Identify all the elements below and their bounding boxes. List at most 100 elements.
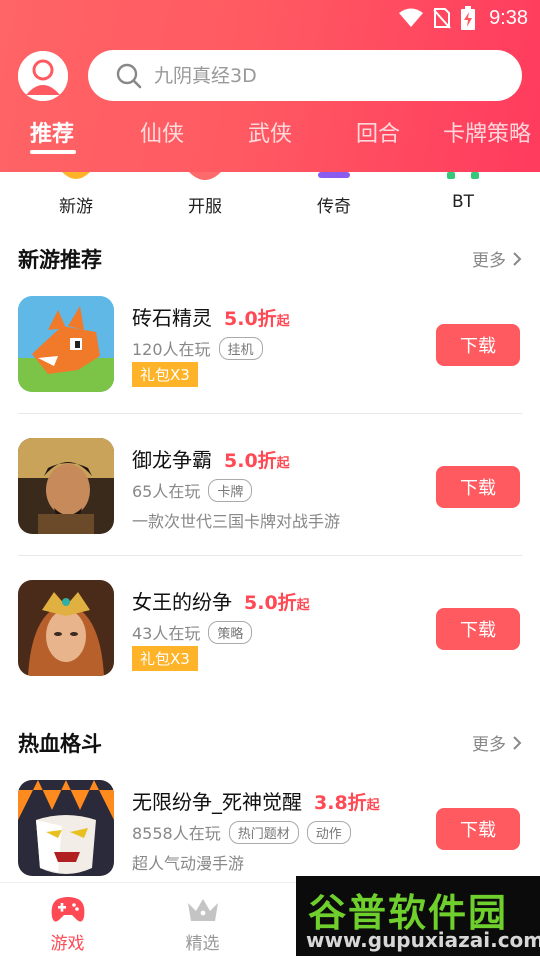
quick-entry-new-games[interactable]: 新游 — [16, 172, 136, 218]
game-title-row: 御龙争霸 5.0折起 — [132, 444, 290, 473]
discount-suffix: 起 — [276, 314, 290, 329]
game-meta-row: 8558人在玩 热门题材 动作 — [132, 820, 351, 844]
discount-suffix: 起 — [366, 798, 380, 813]
game-name: 御龙争霸 — [132, 448, 212, 472]
game-meta-row: 120人在玩 挂机 — [132, 336, 263, 360]
status-bar: 9:38 — [0, 0, 540, 36]
game-description: 超人气动漫手游 — [132, 854, 245, 873]
server-icon — [189, 172, 221, 180]
section-title-new-games: 新游推荐 — [18, 248, 102, 272]
game-meta-row: 43人在玩 策略 — [132, 620, 253, 644]
tab-wuxia[interactable]: 武侠 — [248, 116, 292, 148]
player-count: 8558人在玩 — [132, 824, 221, 843]
game-item[interactable]: 女王的纷争 5.0折起 43人在玩 策略 礼包X3 下载 — [0, 580, 540, 722]
discount-value: 5.0折 — [224, 308, 277, 330]
game-name: 砖石精灵 — [132, 306, 212, 330]
queen-game-art — [18, 580, 114, 676]
dragon-game-art — [18, 296, 114, 392]
quick-entry-bt[interactable]: BT — [403, 172, 523, 218]
discount-suffix: 起 — [276, 456, 290, 471]
discount-badge: 3.8折起 — [314, 788, 380, 815]
nav-label: 精选 — [185, 934, 220, 954]
quick-entry-row: 新游 开服 传奇 BT — [0, 172, 540, 218]
game-description: 一款次世代三国卡牌对战手游 — [132, 512, 341, 531]
game-title-row: 砖石精灵 5.0折起 — [132, 302, 290, 331]
category-tabs: 推荐 仙侠 武侠 回合 卡牌策略 — [0, 116, 540, 156]
nav-item-games[interactable]: 游戏 — [0, 883, 135, 960]
battery-charging-icon — [461, 6, 476, 30]
quick-entry-legend[interactable]: 传奇 — [274, 172, 394, 218]
player-count: 120人在玩 — [132, 340, 211, 359]
no-sim-icon — [433, 8, 451, 29]
tab-xianxia[interactable]: 仙侠 — [140, 116, 184, 148]
app-header: 9:38 推荐 仙侠 武侠 回合 卡牌策略 — [0, 0, 540, 172]
game-tag: 动作 — [306, 820, 351, 844]
game-name: 女王的纷争 — [132, 590, 232, 614]
game-title-row: 女王的纷争 5.0折起 — [132, 586, 310, 615]
quick-entry-server-open[interactable]: 开服 — [145, 172, 265, 218]
download-button[interactable]: 下载 — [436, 808, 520, 850]
game-tag: 卡牌 — [208, 478, 253, 502]
nav-label: 游戏 — [50, 934, 85, 954]
gamepad-icon — [51, 897, 84, 922]
download-button[interactable]: 下载 — [436, 324, 520, 366]
search-icon — [116, 63, 142, 88]
wifi-icon — [399, 8, 424, 27]
crown-icon — [187, 899, 218, 921]
quick-entry-label: BT — [451, 192, 475, 212]
quick-entry-label: 开服 — [188, 197, 222, 217]
tab-turn-based[interactable]: 回合 — [356, 116, 400, 148]
discount-suffix: 起 — [296, 598, 310, 613]
game-thumbnail[interactable] — [18, 580, 114, 676]
gift-pack-badge: 礼包X3 — [132, 646, 198, 671]
warlord-game-art — [18, 438, 114, 534]
legend-icon — [318, 172, 350, 178]
divider — [18, 413, 522, 414]
gift-pack-badge: 礼包X3 — [132, 362, 198, 387]
status-icons: 9:38 — [399, 6, 528, 30]
discount-badge: 5.0折起 — [244, 588, 310, 615]
tab-indicator — [30, 150, 76, 154]
search-bar[interactable] — [88, 50, 522, 101]
search-input[interactable] — [154, 64, 474, 87]
chevron-right-icon — [513, 251, 522, 266]
game-title-row: 无限纷争_死神觉醒 3.8折起 — [132, 786, 380, 815]
clock: 9:38 — [489, 6, 528, 29]
more-link-new-games[interactable]: 更多 — [472, 246, 522, 271]
game-thumbnail[interactable] — [18, 438, 114, 534]
game-tag: 热门题材 — [228, 820, 299, 844]
game-tag: 策略 — [208, 620, 253, 644]
discount-badge: 5.0折起 — [224, 304, 290, 331]
download-button[interactable]: 下载 — [436, 466, 520, 508]
site-watermark: 谷普软件园 www.gupuxiazai.com — [296, 876, 540, 956]
more-link-fighting[interactable]: 更多 — [472, 730, 522, 755]
game-tag: 挂机 — [218, 336, 263, 360]
discount-value: 3.8折 — [314, 792, 367, 814]
more-label: 更多 — [472, 251, 506, 271]
game-item[interactable]: 砖石精灵 5.0折起 120人在玩 挂机 礼包X3 下载 — [0, 296, 540, 438]
sun-icon — [62, 172, 90, 179]
game-item[interactable]: 御龙争霸 5.0折起 65人在玩 卡牌 一款次世代三国卡牌对战手游 下载 — [0, 438, 540, 580]
nav-item-featured[interactable]: 精选 — [135, 883, 270, 960]
user-avatar[interactable] — [18, 51, 68, 101]
more-label: 更多 — [472, 735, 506, 755]
chevron-right-icon — [513, 735, 522, 750]
watermark-url: www.gupuxiazai.com — [306, 928, 540, 952]
download-button[interactable]: 下载 — [436, 608, 520, 650]
bt-icon — [447, 172, 479, 179]
player-count: 43人在玩 — [132, 624, 201, 643]
game-thumbnail[interactable] — [18, 296, 114, 392]
game-thumbnail[interactable] — [18, 780, 114, 876]
tab-recommend[interactable]: 推荐 — [30, 116, 74, 148]
discount-value: 5.0折 — [244, 592, 297, 614]
discount-badge: 5.0折起 — [224, 446, 290, 473]
discount-value: 5.0折 — [224, 450, 277, 472]
tab-card-strategy[interactable]: 卡牌策略 — [443, 116, 531, 148]
game-meta-row: 65人在玩 卡牌 — [132, 478, 253, 502]
user-icon — [18, 51, 68, 101]
quick-entry-label: 传奇 — [317, 197, 351, 217]
game-name: 无限纷争_死神觉醒 — [132, 790, 302, 814]
anime-game-art — [18, 780, 114, 876]
quick-entry-label: 新游 — [59, 197, 93, 217]
divider — [18, 555, 522, 556]
